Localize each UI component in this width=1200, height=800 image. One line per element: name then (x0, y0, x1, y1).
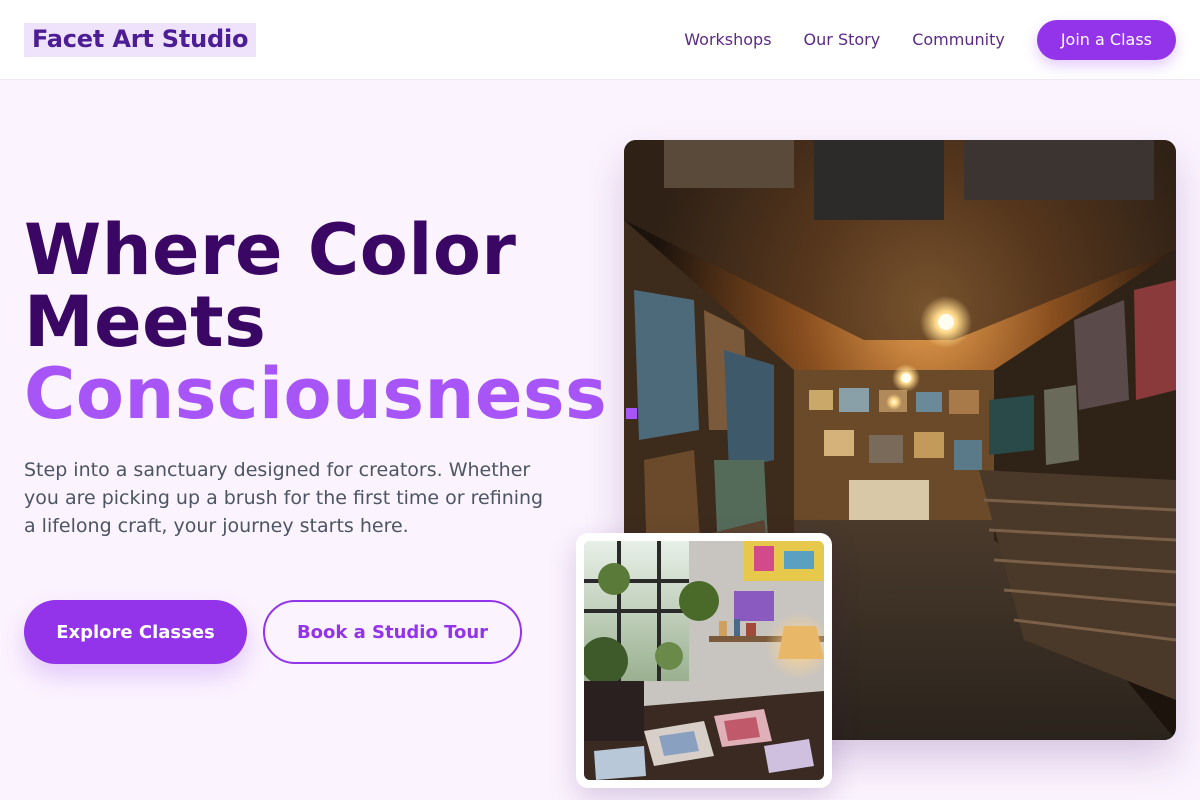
nav-link-community[interactable]: Community (912, 30, 1005, 49)
brand-logo[interactable]: Facet Art Studio (24, 22, 257, 57)
headline-line-2: Meets (24, 281, 267, 363)
headline-line-1: Where Color (24, 209, 517, 291)
hero-description: Step into a sanctuary designed for creat… (24, 459, 544, 537)
explore-classes-button[interactable]: Explore Classes (24, 600, 247, 664)
nav-link-workshops[interactable]: Workshops (684, 30, 771, 49)
site-header: Facet Art Studio Workshops Our Story Com… (0, 0, 1200, 80)
main-nav: Workshops Our Story Community Join a Cla… (652, 19, 1176, 60)
book-studio-tour-button[interactable]: Book a Studio Tour (263, 600, 522, 664)
hero-headline: Where Color Meets Consciousness (24, 214, 607, 430)
studio-workspace-image (584, 541, 824, 780)
accent-square (626, 408, 637, 419)
studio-photo-card (576, 533, 832, 788)
headline-line-accent: Consciousness (24, 353, 608, 435)
nav-link-our-story[interactable]: Our Story (804, 30, 881, 49)
join-class-button[interactable]: Join a Class (1036, 19, 1176, 60)
